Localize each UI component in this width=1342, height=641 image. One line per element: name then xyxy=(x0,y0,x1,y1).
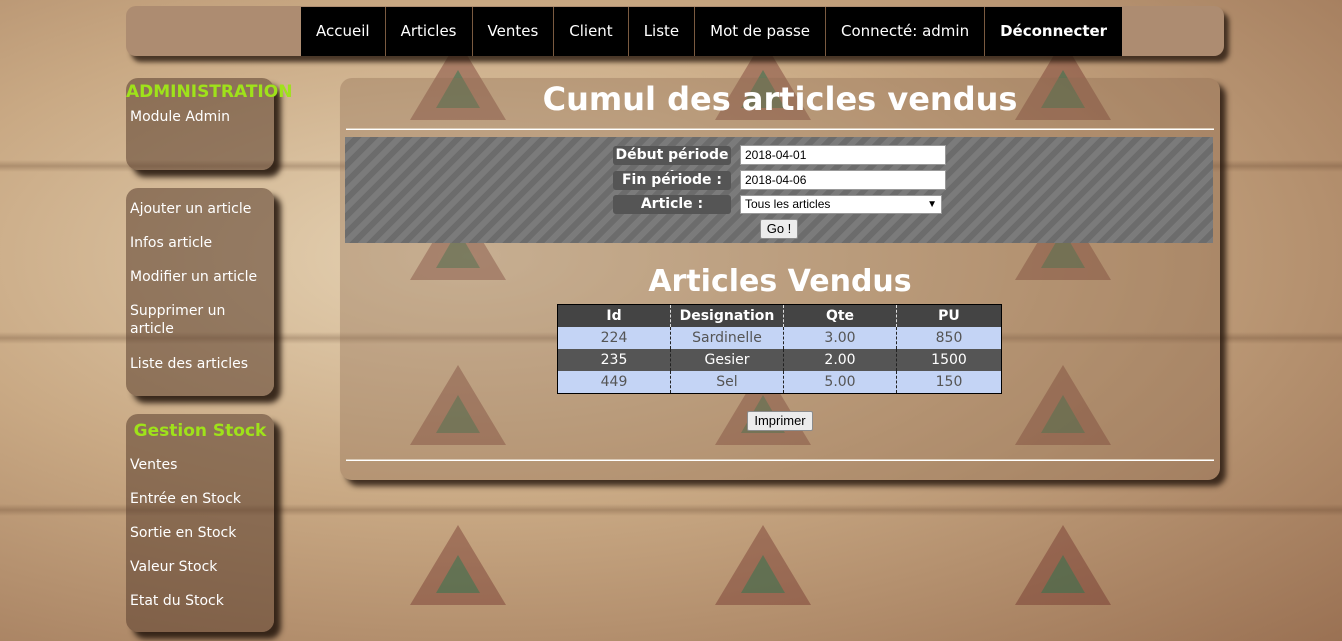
main-nav: Accueil Articles Ventes Client Liste Mot… xyxy=(301,7,1123,56)
article-select[interactable]: Tous les articles ▼ xyxy=(740,195,942,214)
cell-id: 224 xyxy=(557,327,671,349)
background-pattern xyxy=(1015,525,1111,605)
main-panel: Cumul des articles vendus Début période … xyxy=(340,78,1220,480)
results-title: Articles Vendus xyxy=(648,264,912,299)
cell-qte: 2.00 xyxy=(783,349,897,371)
article-label: Article : xyxy=(613,195,731,214)
fin-date-input[interactable]: 2018-04-06 xyxy=(740,170,946,190)
nav-articles[interactable]: Articles xyxy=(386,7,473,56)
cell-qte: 5.00 xyxy=(783,371,897,394)
nav-liste[interactable]: Liste xyxy=(629,7,696,56)
debut-date-input[interactable]: 2018-04-01 xyxy=(740,145,946,165)
nav-mot-de-passe[interactable]: Mot de passe xyxy=(695,7,827,56)
col-designation-header: Designation xyxy=(670,304,784,327)
fin-label: Fin période : xyxy=(613,171,731,190)
sidebar-item-supprimer-article[interactable]: Supprimer un article xyxy=(126,302,264,338)
sidebar-item-sortie-stock[interactable]: Sortie en Stock xyxy=(126,524,240,542)
sidebar-item-etat-stock[interactable]: Etat du Stock xyxy=(126,592,228,610)
cell-designation: Gesier xyxy=(670,349,784,371)
cell-designation: Sel xyxy=(670,371,784,394)
cell-pu: 850 xyxy=(896,327,1002,349)
sidebar-item-entree-stock[interactable]: Entrée en Stock xyxy=(126,490,245,508)
cell-pu: 1500 xyxy=(896,349,1002,371)
col-qte-header: Qte xyxy=(783,304,897,327)
nav-connected-user[interactable]: Connecté: admin xyxy=(826,7,986,56)
sidebar-item-infos-article[interactable]: Infos article xyxy=(126,234,216,252)
divider xyxy=(346,459,1214,461)
sidebar-item-liste-articles[interactable]: Liste des articles xyxy=(126,355,252,373)
background-pattern xyxy=(410,525,506,605)
results-table: Id Designation Qte PU 224 Sardinelle 3.0… xyxy=(557,304,1002,394)
print-button[interactable]: Imprimer xyxy=(747,411,813,431)
col-pu-header: PU xyxy=(896,304,1002,327)
sidebar-articles-box: Ajouter un article Infos article Modifie… xyxy=(126,188,274,396)
nav-logout[interactable]: Déconnecter xyxy=(985,7,1122,56)
background-pattern xyxy=(715,525,811,605)
table-row: 235 Gesier 2.00 1500 xyxy=(557,349,1002,371)
table-header-row: Id Designation Qte PU xyxy=(557,304,1002,327)
nav-ventes[interactable]: Ventes xyxy=(473,7,555,56)
table-row: 224 Sardinelle 3.00 850 xyxy=(557,327,1002,349)
sidebar-stock-title: Gestion Stock xyxy=(133,421,267,441)
dropdown-arrow-icon: ▼ xyxy=(927,199,937,210)
table-row: 449 Sel 5.00 150 xyxy=(557,371,1002,394)
cell-pu: 150 xyxy=(896,371,1002,394)
sidebar-admin-title: ADMINISTRATION xyxy=(126,82,293,102)
debut-label: Début période : xyxy=(613,146,731,182)
sidebar-stock-box: Gestion Stock Ventes Entrée en Stock Sor… xyxy=(126,414,274,632)
nav-accueil[interactable]: Accueil xyxy=(301,7,386,56)
cell-id: 235 xyxy=(557,349,671,371)
filter-form: Début période : 2018-04-01 Fin période :… xyxy=(345,137,1213,243)
nav-client[interactable]: Client xyxy=(554,7,629,56)
sidebar-item-ajouter-article[interactable]: Ajouter un article xyxy=(126,200,255,218)
divider xyxy=(346,128,1214,130)
sidebar-admin-box: ADMINISTRATION Module Admin xyxy=(126,78,293,170)
article-select-value: Tous les articles xyxy=(745,197,831,211)
cell-designation: Sardinelle xyxy=(670,327,784,349)
sidebar-item-valeur-stock[interactable]: Valeur Stock xyxy=(126,558,221,576)
sidebar-item-module-admin[interactable]: Module Admin xyxy=(126,108,274,126)
col-id-header: Id xyxy=(557,304,671,327)
cell-id: 449 xyxy=(557,371,671,394)
go-button[interactable]: Go ! xyxy=(760,219,798,239)
cell-qte: 3.00 xyxy=(783,327,897,349)
sidebar-item-ventes[interactable]: Ventes xyxy=(126,456,181,474)
page-title: Cumul des articles vendus xyxy=(542,80,1018,118)
sidebar-item-modifier-article[interactable]: Modifier un article xyxy=(126,268,261,286)
